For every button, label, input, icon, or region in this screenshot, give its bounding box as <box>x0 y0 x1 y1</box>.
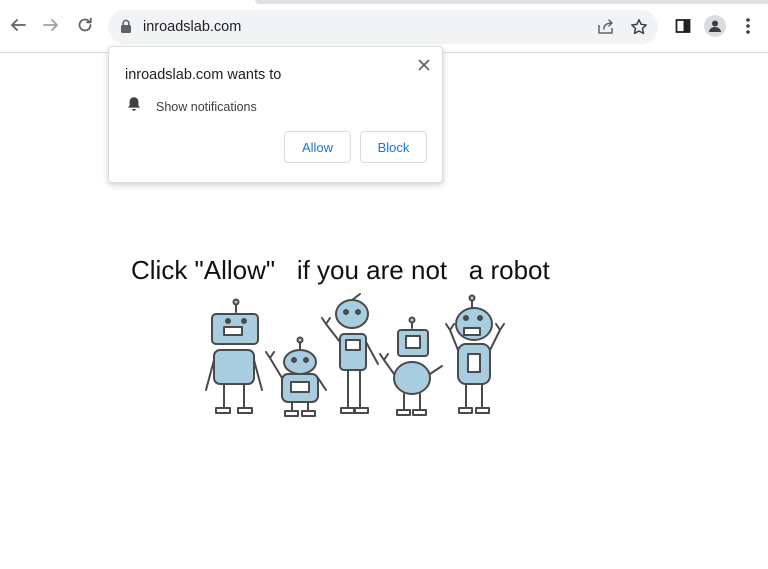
robot-4 <box>379 316 443 416</box>
side-panel-icon[interactable] <box>671 14 695 38</box>
bell-icon <box>127 96 141 117</box>
page-headline: Click "Allow" if you are not a robot <box>131 255 550 285</box>
robot-3 <box>321 293 379 414</box>
tab-strip <box>255 0 768 4</box>
kebab-menu-icon[interactable] <box>736 14 760 38</box>
robot-2 <box>265 336 327 417</box>
permission-row: Show notifications <box>127 96 257 117</box>
close-icon[interactable] <box>414 55 434 75</box>
reload-icon <box>78 17 92 32</box>
allow-button[interactable]: Allow <box>284 131 351 163</box>
robot-1 <box>205 298 263 414</box>
robots-illustration <box>205 293 505 417</box>
arrow-left-icon <box>11 19 26 31</box>
lock-icon[interactable] <box>120 19 132 39</box>
url-text[interactable]: inroadslab.com <box>143 19 241 35</box>
robot-5 <box>445 294 505 414</box>
permission-label: Show notifications <box>156 99 257 114</box>
address-bar[interactable]: inroadslab.com <box>108 10 658 44</box>
block-button[interactable]: Block <box>360 131 427 163</box>
reload-button[interactable] <box>72 12 98 38</box>
forward-button[interactable] <box>38 12 64 38</box>
profile-icon[interactable] <box>703 14 727 38</box>
notification-permission-dialog: inroadslab.com wants to Show notificatio… <box>108 46 443 183</box>
back-button[interactable] <box>5 12 31 38</box>
share-icon[interactable] <box>594 15 618 39</box>
star-icon[interactable] <box>627 15 651 39</box>
dialog-title: inroadslab.com wants to <box>125 67 282 83</box>
arrow-right-icon <box>43 19 58 31</box>
